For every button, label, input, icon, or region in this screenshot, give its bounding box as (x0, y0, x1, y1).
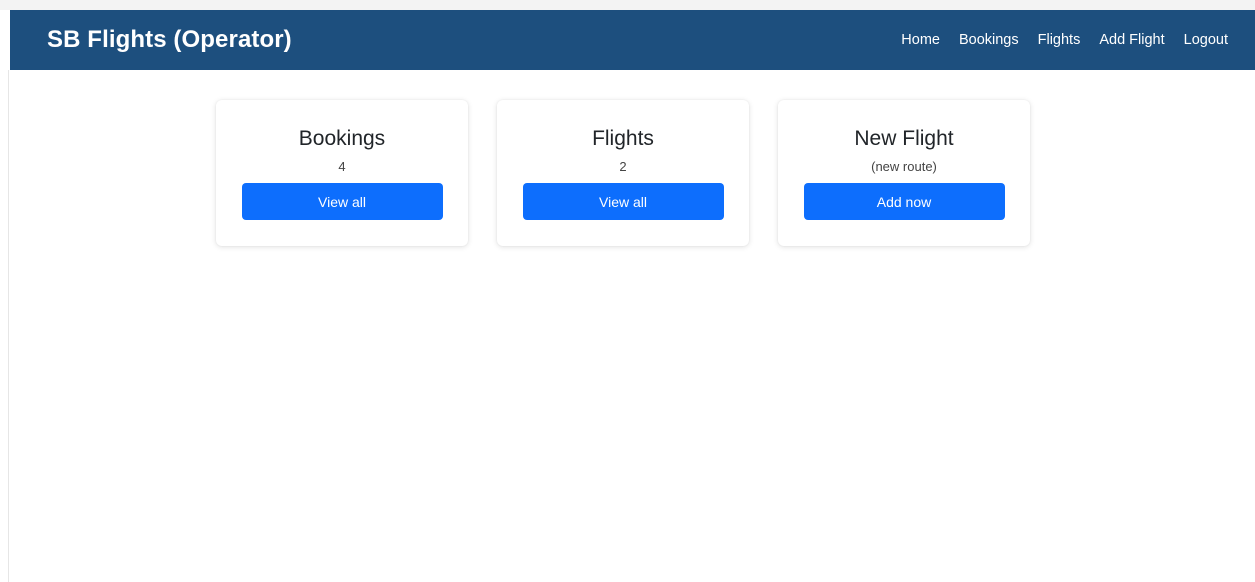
view-all-flights-button[interactable]: View all (522, 183, 724, 220)
add-now-button[interactable]: Add now (803, 183, 1005, 220)
window-left-edge (8, 70, 9, 582)
view-all-bookings-button[interactable]: View all (241, 183, 443, 220)
bookings-count: 4 (338, 159, 346, 174)
nav-links: Home Bookings Flights Add Flight Logout (901, 32, 1228, 48)
navbar: SB Flights (Operator) Home Bookings Flig… (10, 10, 1255, 70)
nav-link-flights[interactable]: Flights (1038, 32, 1081, 48)
nav-link-add-flight[interactable]: Add Flight (1099, 32, 1164, 48)
new-flight-card: New Flight (new route) Add now (778, 100, 1030, 246)
new-flight-card-title: New Flight (854, 127, 954, 150)
bookings-card: Bookings 4 View all (216, 100, 468, 246)
new-flight-subtitle: (new route) (871, 159, 937, 174)
nav-link-home[interactable]: Home (901, 32, 940, 48)
brand-title[interactable]: SB Flights (Operator) (47, 26, 292, 54)
nav-link-bookings[interactable]: Bookings (959, 32, 1019, 48)
dashboard-cards: Bookings 4 View all Flights 2 View all N… (216, 100, 1030, 246)
bookings-card-title: Bookings (298, 127, 386, 150)
nav-link-logout[interactable]: Logout (1184, 32, 1228, 48)
page: SB Flights (Operator) Home Bookings Flig… (0, 0, 1255, 582)
flights-count: 2 (619, 159, 627, 174)
flights-card: Flights 2 View all (497, 100, 749, 246)
window-top-strip (0, 0, 1255, 10)
flights-card-title: Flights (592, 127, 654, 150)
